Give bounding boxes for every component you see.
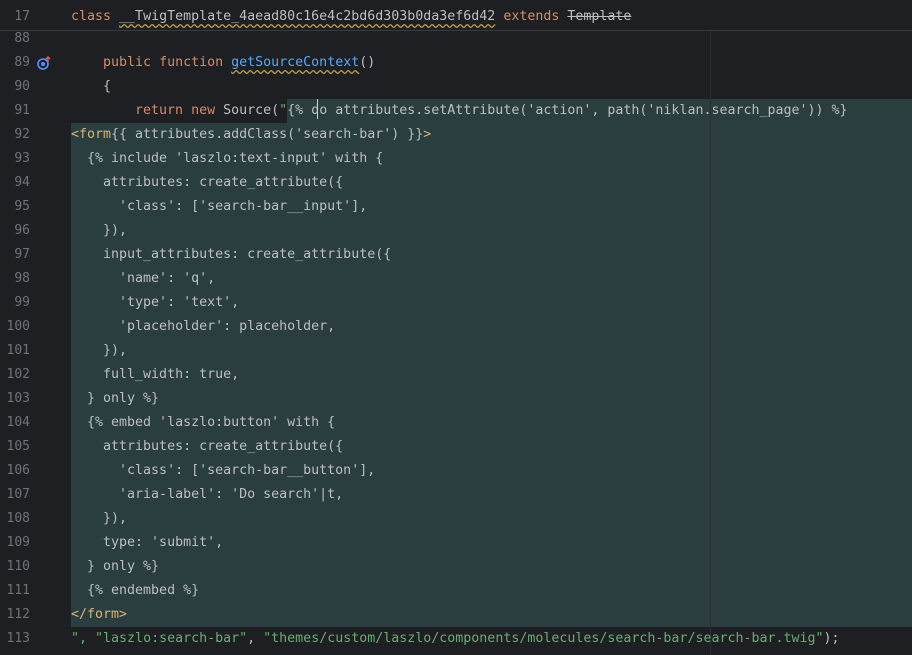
code-line-95: 'class': ['search-bar__input'],	[71, 199, 368, 214]
keyword-return: return	[135, 103, 184, 118]
code-line-102: full_width: true,	[71, 367, 240, 382]
line-number: 90	[14, 79, 30, 94]
code-line-103: } only %}	[71, 391, 160, 406]
line-number: 101	[6, 343, 30, 358]
line-number: 92	[14, 127, 30, 142]
code-line-101: }),	[71, 343, 128, 358]
override-method-icon[interactable]	[36, 56, 52, 72]
line-number: 93	[14, 151, 30, 166]
code-line-92: <form{{ attributes.addClass('search-bar'…	[71, 123, 431, 147]
line-number: 96	[14, 223, 30, 238]
twig-code: {% do attributes.setAttribute('action', …	[287, 103, 848, 118]
method-name[interactable]: getSourceContext	[231, 55, 359, 70]
code-line-94: attributes: create_attribute({	[71, 175, 344, 190]
code-area[interactable]: public function getSourceContext() { ret…	[0, 0, 912, 655]
keyword-new: new	[191, 103, 216, 118]
code-line-108: }),	[71, 511, 128, 526]
line-number: 106	[6, 463, 30, 478]
parent-class[interactable]: Template	[567, 9, 631, 24]
line-number: 105	[6, 439, 30, 454]
line-number: 113	[6, 631, 30, 646]
line-number: 99	[14, 295, 30, 310]
line-number: 104	[6, 415, 30, 430]
line-number: 109	[6, 535, 30, 550]
line-number: 95	[14, 199, 30, 214]
code-line-90: {	[103, 79, 112, 94]
line-number: 91	[14, 103, 30, 118]
keyword-class: class	[71, 9, 112, 24]
code-line-89: public function getSourceContext()	[103, 51, 375, 75]
code-line-111: {% endembed %}	[71, 583, 200, 598]
keyword-public: public	[103, 55, 152, 70]
code-line-107: 'aria-label': 'Do search'|t,	[71, 487, 344, 502]
line-number: 112	[6, 607, 30, 622]
line-number: 89	[14, 55, 30, 70]
code-line-98: 'name': 'q',	[71, 271, 216, 286]
twig-code: {{ attributes.addClass('search-bar') }}	[111, 127, 424, 142]
keyword-extends: extends	[503, 9, 560, 24]
code-line-106: 'class': ['search-bar__button'],	[71, 463, 376, 478]
statement-end: );	[823, 631, 840, 646]
string-literal: "themes/custom/laszlo/components/molecul…	[263, 631, 824, 646]
line-number: 110	[6, 559, 30, 574]
line-number: 17	[14, 9, 30, 24]
line-number: 108	[6, 511, 30, 526]
code-line-97: input_attributes: create_attribute({	[71, 247, 392, 262]
class-name[interactable]: __TwigTemplate_4aead80c16e4c2bd6d303b0da…	[119, 9, 495, 24]
code-line-109: type: 'submit',	[71, 535, 224, 550]
parens: ()	[359, 55, 376, 70]
code-line-105: attributes: create_attribute({	[71, 439, 344, 454]
code-line-112: </form>	[71, 607, 128, 622]
keyword-function: function	[159, 55, 224, 70]
string-literal: "laszlo:search-bar"	[95, 631, 248, 646]
code-line-110: } only %}	[71, 559, 160, 574]
html-tag: >	[423, 127, 432, 142]
code-line-100: 'placeholder': placeholder,	[71, 319, 336, 334]
line-number: 94	[14, 175, 30, 190]
code-line-104: {% embed 'laszlo:button' with {	[71, 415, 336, 430]
code-line-99: 'type': 'text',	[71, 295, 240, 310]
string-quote: "	[279, 103, 288, 118]
sticky-class-header[interactable]: 17 class __TwigTemplate_4aead80c16e4c2bd…	[0, 4, 912, 31]
line-number: 111	[6, 583, 30, 598]
text-caret	[317, 99, 318, 119]
source-call: Source(	[223, 103, 280, 118]
code-line-93: {% include 'laszlo:text-input' with {	[71, 151, 384, 166]
line-number: 102	[6, 367, 30, 382]
code-line-96: }),	[71, 223, 128, 238]
html-tag: <form	[71, 127, 112, 142]
separator: ,	[247, 631, 264, 646]
code-line-113: ", "laszlo:search-bar", "themes/custom/l…	[71, 627, 840, 651]
line-number: 97	[14, 247, 30, 262]
line-number: 100	[6, 319, 30, 334]
line-number: 103	[6, 391, 30, 406]
sticky-code-line: class __TwigTemplate_4aead80c16e4c2bd6d3…	[71, 4, 631, 30]
code-editor[interactable]: 88 89 90 91 92 93 94 95 96 97 98 99 100 …	[0, 0, 912, 655]
string-literal: ",	[71, 631, 96, 646]
line-number: 98	[14, 271, 30, 286]
code-line-91: return new Source("{% do attributes.setA…	[135, 99, 848, 123]
right-margin-guide	[710, 30, 711, 655]
line-number: 107	[6, 487, 30, 502]
